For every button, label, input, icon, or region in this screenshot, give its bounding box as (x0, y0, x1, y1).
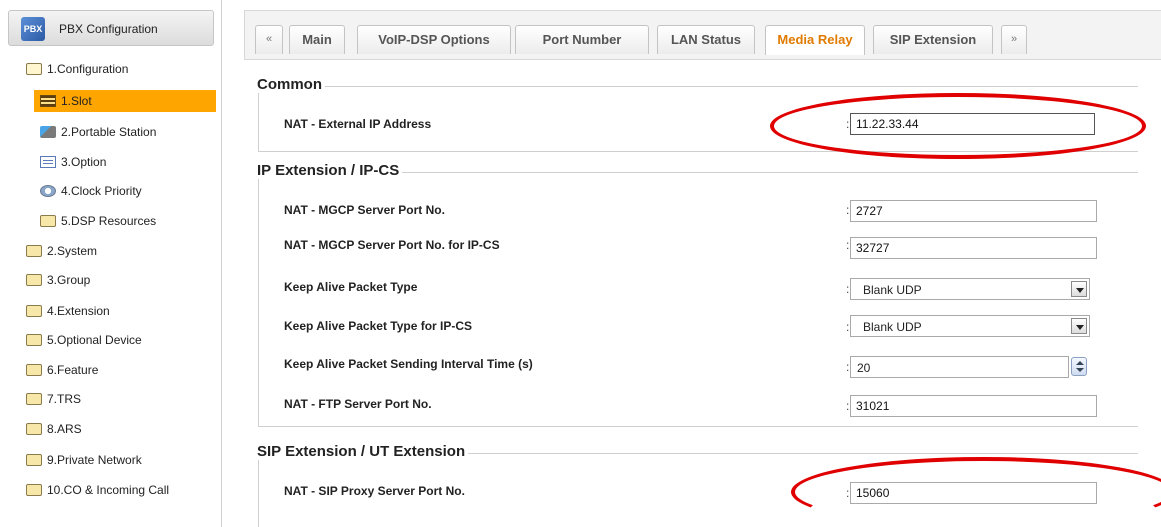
sidebar-title: PBX Configuration (59, 22, 158, 36)
tree-item-option[interactable]: 3.Option (40, 151, 106, 173)
spinner-updown-icon[interactable] (1071, 357, 1087, 376)
tree-item-label: 8.ARS (47, 422, 82, 436)
folder-icon (26, 393, 42, 405)
separator-colon: : (846, 282, 850, 296)
keepalive-type-label: Keep Alive Packet Type (284, 280, 418, 294)
tree-item-optional-device[interactable]: 5.Optional Device (26, 329, 142, 351)
folder-icon (26, 484, 42, 496)
folder-open-icon (26, 63, 42, 75)
folder-icon (26, 274, 42, 286)
section-title-common: Common (254, 76, 325, 93)
separator-colon: : (846, 203, 850, 217)
clock-icon (40, 185, 56, 197)
tree-item-extension[interactable]: 4.Extension (26, 300, 110, 322)
main-content: « Main VoIP-DSP Options Port Number LAN … (230, 0, 1161, 527)
highlight-ellipse-sip-proxy-port (791, 457, 1161, 527)
nat-external-ip-label: NAT - External IP Address (284, 117, 432, 131)
keepalive-type-select[interactable]: Blank UDP (850, 278, 1090, 300)
keepalive-type-ipcs-label: Keep Alive Packet Type for IP-CS (284, 319, 473, 333)
pbx-logo-icon: PBX (21, 17, 45, 41)
tree-item-label: 2.System (47, 244, 98, 258)
tab-media-relay[interactable]: Media Relay (765, 25, 865, 55)
tab-sip-extension[interactable]: SIP Extension (873, 25, 993, 54)
tree-item-system[interactable]: 2.System (26, 240, 97, 262)
ftp-port-field[interactable]: 31021 (850, 395, 1097, 417)
separator-colon: : (846, 238, 850, 252)
tree-item-slot[interactable]: 1.Slot (34, 90, 216, 112)
tab-voip-dsp-options[interactable]: VoIP-DSP Options (357, 25, 511, 54)
ftp-port-label: NAT - FTP Server Port No. (284, 397, 432, 411)
keepalive-type-value: Blank UDP (863, 283, 922, 297)
tree-item-label: 1.Configuration (47, 62, 129, 76)
tree-item-private-network[interactable]: 9.Private Network (26, 449, 142, 471)
section-title-sip-extension: SIP Extension / UT Extension (254, 443, 469, 460)
folder-icon (26, 305, 42, 317)
keepalive-type-ipcs-value: Blank UDP (863, 320, 922, 334)
chevron-down-icon[interactable] (1071, 281, 1087, 297)
tree-item-label: 4.Extension (47, 304, 110, 318)
folder-icon (26, 454, 42, 466)
tab-lan-status[interactable]: LAN Status (657, 25, 755, 54)
tree-item-label: 4.Clock Priority (61, 184, 142, 198)
separator-colon: : (846, 360, 850, 374)
tree-item-label: 3.Group (47, 273, 91, 287)
tree-item-label: 9.Private Network (47, 453, 142, 467)
mgcp-port-ipcs-label: NAT - MGCP Server Port No. for IP-CS (284, 238, 500, 252)
slot-icon (40, 95, 56, 107)
mgcp-port-field[interactable]: 2727 (850, 200, 1097, 222)
tree-item-label: 6.Feature (47, 363, 99, 377)
tree-item-ars[interactable]: 8.ARS (26, 418, 82, 440)
folder-icon (26, 245, 42, 257)
keepalive-type-ipcs-select[interactable]: Blank UDP (850, 315, 1090, 337)
tree-item-label: 2.Portable Station (61, 125, 157, 139)
tree-item-group[interactable]: 3.Group (26, 269, 90, 291)
tree-item-configuration[interactable]: 1.Configuration (26, 58, 216, 80)
tree-item-trs[interactable]: 7.TRS (26, 388, 81, 410)
chevron-down-icon[interactable] (1071, 318, 1087, 334)
folder-icon (26, 423, 42, 435)
tree-item-label: 3.Option (61, 155, 107, 169)
tab-bar: « Main VoIP-DSP Options Port Number LAN … (244, 10, 1161, 60)
tree-item-label: 5.DSP Resources (61, 214, 157, 228)
tab-main[interactable]: Main (289, 25, 345, 54)
option-list-icon (40, 156, 56, 168)
separator-colon: : (846, 399, 850, 413)
navigation-sidebar: PBX PBX Configuration 1.Configuration 1.… (0, 0, 222, 527)
folder-icon (26, 364, 42, 376)
separator-colon: : (846, 320, 850, 334)
mgcp-port-label: NAT - MGCP Server Port No. (284, 203, 445, 217)
portable-station-icon (40, 126, 56, 138)
highlight-ellipse-external-ip (770, 93, 1146, 159)
tree-item-label: 7.TRS (47, 392, 82, 406)
folder-icon (26, 334, 42, 346)
tab-scroll-left-button[interactable]: « (255, 25, 283, 54)
tree-item-feature[interactable]: 6.Feature (26, 359, 98, 381)
section-title-ip-extension: IP Extension / IP-CS (254, 162, 403, 179)
mgcp-port-ipcs-field[interactable]: 32727 (850, 237, 1097, 259)
keepalive-interval-label: Keep Alive Packet Sending Interval Time … (284, 357, 533, 371)
tree-item-dsp-resources[interactable]: 5.DSP Resources (40, 210, 156, 232)
pbx-configuration-header[interactable]: PBX PBX Configuration (8, 10, 214, 46)
folder-icon (40, 215, 56, 227)
tree-item-label: 10.CO & Incoming Call (47, 483, 170, 497)
tree-item-clock-priority[interactable]: 4.Clock Priority (40, 180, 142, 202)
tab-port-number[interactable]: Port Number (515, 25, 649, 54)
keepalive-interval-field[interactable]: 20 (850, 356, 1069, 378)
tree-item-label: 1.Slot (61, 94, 92, 108)
tree-item-portable-station[interactable]: 2.Portable Station (40, 121, 156, 143)
sip-proxy-port-label: NAT - SIP Proxy Server Port No. (284, 484, 465, 498)
tree-item-co-incoming-call[interactable]: 10.CO & Incoming Call (26, 479, 169, 501)
tree-item-label: 5.Optional Device (47, 333, 142, 347)
tab-scroll-right-button[interactable]: » (1001, 25, 1027, 54)
